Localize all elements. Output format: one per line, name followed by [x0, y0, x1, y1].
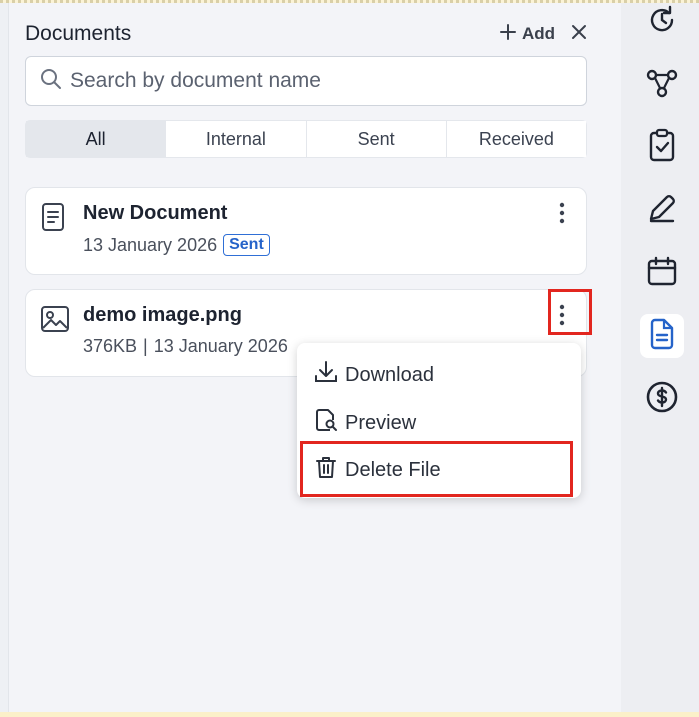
rail-item-documents[interactable] — [640, 314, 684, 358]
document-meta: 13 January 2026 Sent — [83, 234, 270, 256]
document-card[interactable]: New Document 13 January 2026 Sent — [25, 187, 587, 275]
workflow-icon — [645, 67, 679, 104]
menu-item-label: Preview — [345, 411, 417, 434]
menu-item-download[interactable]: Download — [313, 359, 434, 391]
header-actions: Add — [499, 23, 587, 45]
calendar-icon — [646, 255, 678, 292]
search-box[interactable] — [25, 56, 587, 106]
rail-item-workflow[interactable] — [640, 63, 684, 107]
tab-received[interactable]: Received — [445, 121, 586, 157]
dollar-circle-icon — [645, 380, 679, 419]
close-icon — [571, 24, 587, 45]
panel-header: Documents Add — [25, 19, 587, 49]
plus-icon — [499, 23, 516, 45]
meta-separator: | — [143, 336, 148, 356]
preview-icon — [313, 407, 339, 439]
status-badge: Sent — [223, 234, 270, 256]
tab-internal[interactable]: Internal — [165, 121, 306, 157]
left-edge — [0, 3, 9, 712]
menu-item-label: Download — [345, 363, 434, 386]
highlight-box — [300, 441, 573, 497]
panel-title: Documents — [25, 22, 132, 45]
highlight-box — [548, 289, 592, 335]
rail-item-billing[interactable] — [640, 377, 684, 421]
add-button[interactable]: Add — [499, 23, 555, 45]
search-input[interactable] — [70, 69, 570, 93]
kebab-icon — [559, 202, 565, 229]
image-icon — [40, 304, 70, 339]
tab-sent[interactable]: Sent — [305, 121, 446, 157]
more-options-button[interactable] — [550, 200, 574, 230]
rail-item-tasks[interactable] — [640, 125, 684, 169]
pen-icon — [646, 192, 678, 229]
document-icon — [648, 318, 676, 355]
rail-item-sign[interactable] — [640, 188, 684, 232]
close-button[interactable] — [571, 24, 587, 45]
bottom-band — [0, 712, 699, 717]
rail-item-history[interactable] — [640, 0, 684, 44]
document-meta: 376KB | 13 January 2026 — [83, 336, 288, 357]
filter-tabs: All Internal Sent Received — [25, 120, 587, 158]
document-date: 13 January 2026 — [83, 234, 218, 255]
rail-item-calendar[interactable] — [640, 251, 684, 295]
document-name: demo image.png — [83, 304, 242, 326]
clipboard-check-icon — [647, 128, 677, 167]
document-name: New Document — [83, 202, 228, 224]
menu-item-preview[interactable]: Preview — [313, 407, 416, 439]
file-size: 376KB — [83, 336, 138, 356]
document-date: 13 January 2026 — [153, 336, 288, 356]
tab-all[interactable]: All — [26, 121, 166, 157]
clock-refresh-icon — [646, 4, 678, 41]
add-button-label: Add — [521, 24, 555, 43]
download-icon — [313, 359, 339, 391]
search-icon — [40, 68, 62, 95]
document-icon — [40, 202, 68, 237]
